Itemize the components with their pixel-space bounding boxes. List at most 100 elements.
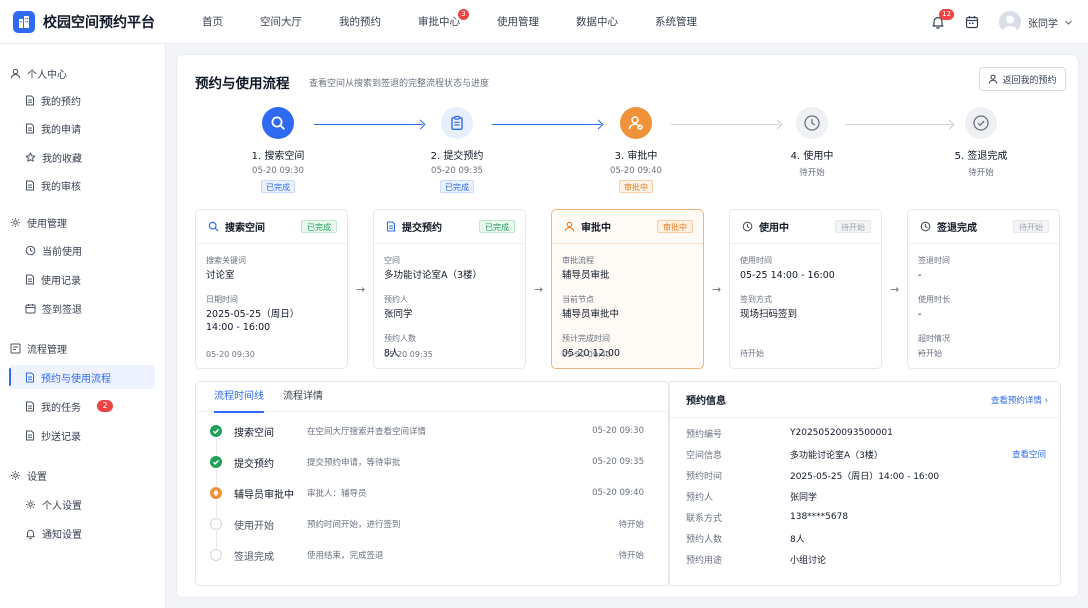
stage-card-submit[interactable]: 提交预约 已完成 空间 多功能讨论室A（3楼） 预约人 张同学 预约人数 8人 … — [373, 209, 526, 369]
step-search[interactable]: 1. 搜索空间 05-20 09:30 已完成 — [218, 107, 338, 193]
step-approval[interactable]: 3. 审批中 05-20 09:40 审批中 — [576, 107, 696, 193]
step-check-out[interactable]: 5. 签退完成 待开始 — [921, 107, 1041, 178]
stage-card-approval[interactable]: 审批中 审批中 审批流程 辅导员审批 当前节点 辅导员审批中 预计完成时间 05… — [551, 209, 704, 369]
step-time: 05-20 09:30 — [252, 166, 304, 176]
sidebar: 个人中心 我的预约 我的申请 我的收藏 我的审核 使用管理 当前使用 使用记录 … — [0, 44, 166, 608]
sidebar-item-my-applications[interactable]: 我的申请 — [9, 116, 155, 140]
timeline-step-desc: 在空间大厅搜索并查看空间详情 — [307, 427, 427, 437]
card-timestamp: 待开始 — [740, 349, 764, 358]
nav-my-bookings[interactable]: 我的预约 — [339, 0, 381, 44]
timeline-step-desc: 审批人：辅导员 — [307, 489, 367, 499]
sidebar-item-booking-flow[interactable]: 预约与使用流程 — [9, 365, 155, 389]
booking-info-panel: 预约信息 查看预约详情 › 预约编号 Y20250520093500001 空间… — [669, 381, 1061, 586]
step-time: 05-20 09:40 — [610, 166, 662, 176]
nav-usage-management[interactable]: 使用管理 — [497, 0, 539, 44]
calendar-button[interactable] — [965, 15, 979, 29]
field-value: 辅导员审批 — [562, 270, 610, 281]
sidebar-group-personal[interactable]: 个人中心 — [10, 66, 67, 81]
step-time: 待开始 — [799, 168, 825, 178]
step-label: 1. 搜索空间 — [251, 151, 305, 162]
notification-count-badge: 12 — [939, 9, 954, 20]
sidebar-group-process[interactable]: 流程管理 — [10, 341, 67, 356]
field-label: 当前节点 — [562, 295, 594, 304]
nav-approval-center[interactable]: 审批中心 3 — [418, 0, 469, 44]
sidebar-item-label: 抄送记录 — [41, 431, 81, 443]
stage-card-check-out[interactable]: 签退完成 待开始 签退时间 - 使用时长 - 超时情况 - 待开始 — [907, 209, 1060, 369]
sidebar-group-label: 流程管理 — [27, 345, 67, 356]
app-logo[interactable]: 校园空间预约平台 — [13, 10, 188, 33]
nav-data-center[interactable]: 数据中心 — [576, 0, 618, 44]
step-time: 05-20 09:35 — [431, 166, 483, 176]
view-booking-details-link[interactable]: 查看预约详情 › — [991, 394, 1048, 406]
nav-home[interactable]: 首页 — [202, 0, 223, 44]
card-timestamp: 05-20 09:35 — [384, 350, 433, 359]
sidebar-item-label: 我的收藏 — [42, 153, 82, 165]
sidebar-item-label: 预约与使用流程 — [41, 373, 111, 385]
nav-system-management[interactable]: 系统管理 — [655, 0, 697, 44]
timeline-step-name: 使用开始 — [234, 520, 274, 532]
task-count-badge: 2 — [97, 400, 113, 412]
sidebar-group-label: 使用管理 — [27, 219, 67, 230]
step-label: 2. 提交预约 — [430, 151, 484, 162]
sidebar-item-my-tasks[interactable]: 我的任务 2 — [9, 394, 155, 418]
sidebar-item-notification-settings[interactable]: 通知设置 — [9, 521, 155, 545]
clock-icon — [25, 245, 36, 255]
sidebar-item-cc-records[interactable]: 抄送记录 — [9, 423, 155, 447]
tab-timeline[interactable]: 流程时间线 — [214, 382, 264, 413]
arrow-right-icon: → — [356, 283, 366, 296]
tab-process-details[interactable]: 流程详情 — [283, 382, 323, 412]
document-icon — [26, 180, 34, 190]
sidebar-item-usage-records[interactable]: 使用记录 — [9, 267, 155, 291]
field-label: 空间 — [384, 256, 400, 265]
status-badge: 已完成 — [261, 180, 295, 193]
timeline-row: 搜索空间 在空间大厅搜索并查看空间详情 05-20 09:30 — [196, 416, 670, 446]
step-label: 5. 签退完成 — [954, 151, 1008, 162]
field-label: 超时情况 — [918, 334, 950, 343]
timeline-step-time: 05-20 09:35 — [592, 457, 644, 467]
avatar[interactable] — [999, 11, 1021, 33]
gear-icon — [11, 218, 20, 227]
timeline-row: 签退完成 使用结束，完成签退 待开始 — [196, 540, 670, 570]
sidebar-item-current-usage[interactable]: 当前使用 — [9, 238, 155, 262]
info-row-space: 空间信息 多功能讨论室A（3楼） 查看空间 — [670, 444, 1062, 464]
step-submit[interactable]: 2. 提交预约 05-20 09:35 已完成 — [397, 107, 517, 193]
step-in-use[interactable]: 4. 使用中 待开始 — [752, 107, 872, 178]
top-nav: 首页 空间大厅 我的预约 审批中心 3 使用管理 数据中心 系统管理 — [188, 0, 734, 44]
info-label: 预约人数 — [686, 534, 723, 545]
stage-card-in-use[interactable]: 使用中 待开始 使用时间 05-25 14:00 - 16:00 签到方式 现场… — [729, 209, 882, 369]
info-value: 138****5678 — [790, 512, 849, 522]
info-row-headcount: 预约人数 8人 — [670, 528, 1062, 548]
sidebar-group-settings[interactable]: 设置 — [10, 468, 47, 483]
info-row-booker: 预约人 张同学 — [670, 486, 1062, 506]
field-value: 现场扫码签到 — [740, 309, 798, 320]
sidebar-item-check-in-out[interactable]: 签到签退 — [9, 296, 155, 320]
step-circle — [620, 107, 652, 139]
field-label: 日期时间 — [206, 295, 238, 304]
field-value: 2025-05-25（周日） — [206, 309, 300, 320]
sidebar-item-personal-settings[interactable]: 个人设置 — [9, 492, 155, 516]
card-timestamp: 05-20 09:30 — [206, 350, 255, 359]
nav-label: 空间大厅 — [260, 15, 302, 28]
stage-card-search[interactable]: 搜索空间 已完成 搜索关键词 讨论室 日期时间 2025-05-25（周日） 1… — [195, 209, 348, 369]
sidebar-item-my-reviews[interactable]: 我的审核 — [9, 173, 155, 197]
view-space-link[interactable]: 查看空间 — [1012, 448, 1046, 460]
approval-count-badge: 3 — [458, 8, 469, 20]
nav-space-hall[interactable]: 空间大厅 — [260, 0, 302, 44]
timeline-step-name: 签退完成 — [234, 551, 274, 563]
chevron-down-icon[interactable] — [1064, 18, 1073, 27]
document-icon — [26, 95, 34, 105]
step-circle — [441, 107, 473, 139]
sidebar-group-usage[interactable]: 使用管理 — [10, 215, 67, 230]
sidebar-item-label: 我的申请 — [41, 124, 81, 136]
sidebar-item-my-favorites[interactable]: 我的收藏 — [9, 145, 155, 169]
sidebar-item-label: 当前使用 — [42, 246, 82, 258]
timeline-step-desc: 预约时间开始，进行签到 — [307, 520, 401, 530]
username[interactable]: 张同学 — [1028, 15, 1058, 30]
user-icon — [10, 68, 21, 79]
sidebar-group-label: 设置 — [27, 472, 47, 483]
notification-button[interactable]: 12 — [931, 9, 954, 29]
sidebar-item-my-bookings[interactable]: 我的预约 — [9, 88, 155, 112]
field-label: 搜索关键词 — [206, 256, 246, 265]
booking-info-title: 预约信息 — [686, 396, 726, 407]
back-to-bookings-button[interactable]: 返回我的预约 — [979, 67, 1066, 91]
